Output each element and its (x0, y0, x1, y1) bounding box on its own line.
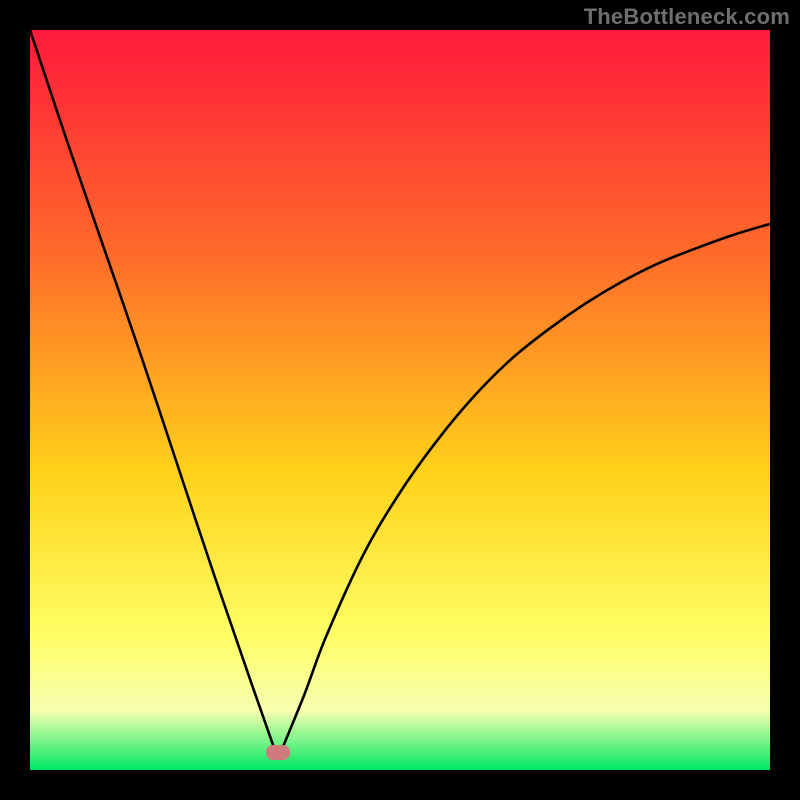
minimum-marker (266, 745, 290, 760)
gradient-background (30, 30, 770, 770)
chart-frame: TheBottleneck.com (0, 0, 800, 800)
watermark-text: TheBottleneck.com (584, 4, 790, 30)
bottleneck-plot (30, 30, 770, 770)
